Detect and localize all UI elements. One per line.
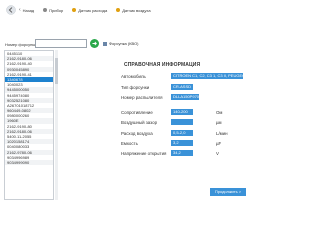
chevron-left-icon: ‹ (19, 6, 21, 13)
toolbar-item-label: Датчик воздуха (122, 7, 151, 13)
toolbar: ‹ Назад Прибор Датчик расхода Датчик воз… (19, 5, 160, 15)
field-unit: µF (216, 141, 222, 146)
tab-injector-kvo[interactable]: Форсунка (КВО) (103, 41, 139, 46)
back-arrow-icon[interactable] (6, 5, 16, 15)
field-unit: L/мин (216, 131, 228, 136)
status-dot-icon (72, 8, 77, 12)
toolbar-item-label: Датчик расхода (78, 7, 108, 13)
search-label: Номер форсунки (5, 42, 37, 47)
toolbar-back-label: Назад (22, 7, 35, 13)
status-dot-icon (116, 8, 121, 12)
field-label: Автомобиль (121, 74, 146, 79)
search-button[interactable] (90, 39, 99, 48)
top-toolbar: ‹ Назад Прибор Датчик расхода Датчик воз… (0, 0, 250, 35)
field-unit: V (216, 151, 219, 156)
field-label: Расход воздуха (121, 131, 153, 136)
field-unit: µм (216, 120, 222, 125)
tab-square-icon (103, 41, 107, 46)
field-value: 0,5-2,0 (171, 130, 193, 136)
field-label: Напряжение открытия (121, 151, 167, 156)
field-label: Тип форсунки (121, 85, 150, 90)
tab-label: Форсунка (КВО) (109, 41, 139, 46)
field-unit: Ом (216, 110, 223, 115)
search-input[interactable] (35, 39, 87, 48)
list-scrollbar[interactable] (55, 50, 58, 200)
toolbar-item-label: Прибор (49, 7, 64, 13)
arrow-right-icon (92, 41, 97, 46)
field-label: Емкость (121, 141, 138, 146)
field-value: DLLA150P970 (171, 94, 199, 100)
field-value: 34,2 (171, 150, 193, 156)
toolbar-back-button[interactable]: ‹ Назад (19, 6, 35, 13)
list-item[interactable]: 9034999090 (5, 159, 53, 166)
field-value: CR-ASSD (171, 84, 193, 90)
toolbar-item-device[interactable]: Прибор (43, 8, 63, 13)
scrollbar-thumb[interactable] (55, 58, 58, 84)
toolbar-item-air-sensor[interactable]: Датчик воздуха (116, 7, 151, 13)
reference-title: СПРАВОЧНАЯ ИНФОРМАЦИЯ (124, 62, 201, 68)
status-dot-icon (43, 8, 48, 12)
field-label: Номер распылителя (121, 95, 163, 100)
injector-list: 0445110 2162-9180-06 2162-9190-40 093004589… (4, 50, 54, 200)
field-value (171, 119, 193, 125)
field-value: CITROEN C1, C2, C3 1, C3 II, PEUGEOT.. (171, 73, 243, 79)
toolbar-item-flow-sensor[interactable]: Датчик расхода (72, 8, 107, 13)
field-label: Воздушный зазор (121, 120, 158, 125)
field-label: Сопротивление (121, 110, 153, 115)
continue-button[interactable]: Продолжить > (210, 188, 246, 196)
field-value: 140-200 (171, 109, 193, 115)
field-value: 3,2 (171, 140, 193, 146)
